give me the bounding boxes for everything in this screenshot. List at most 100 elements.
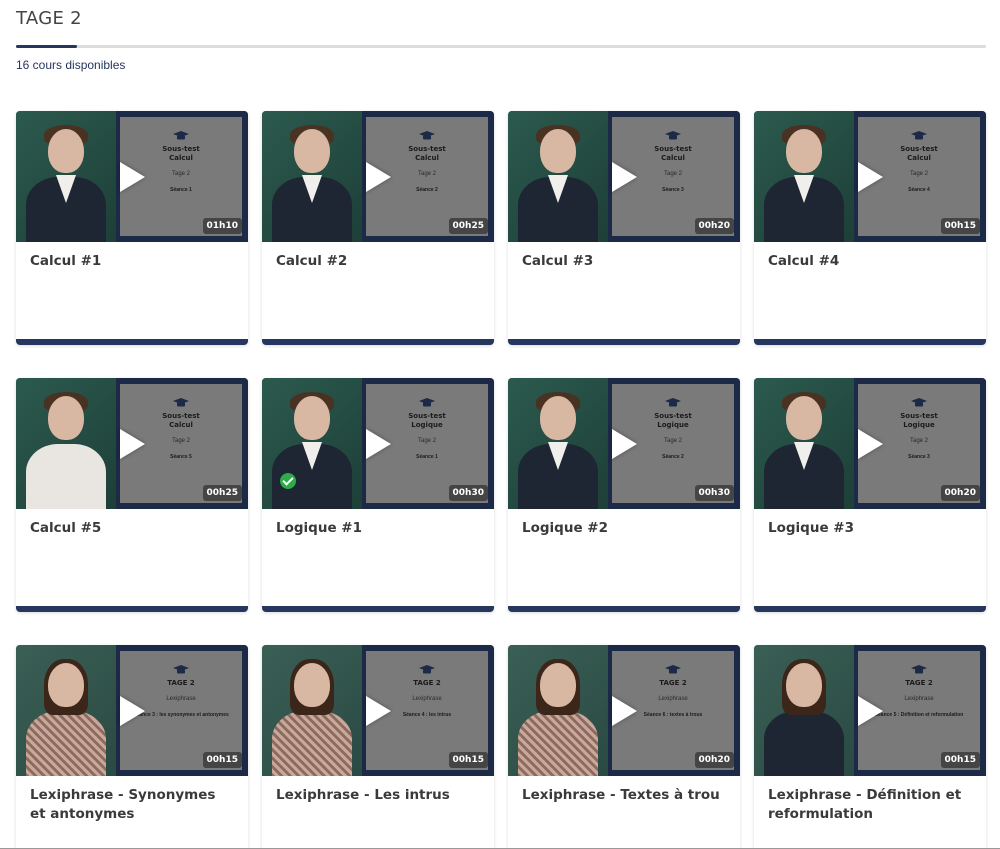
course-title[interactable]: Logique #2 bbox=[508, 509, 740, 538]
course-card[interactable]: Sous-test Logique Tage 2 Séance 1 00h30 … bbox=[262, 378, 494, 612]
presenter-body bbox=[272, 711, 352, 776]
course-card[interactable]: Sous-test Calcul Tage 2 Séance 4 00h15 C… bbox=[754, 111, 986, 345]
course-title[interactable]: Calcul #3 bbox=[508, 242, 740, 271]
course-card[interactable]: Sous-test Logique Tage 2 Séance 3 00h20 … bbox=[754, 378, 986, 612]
graduation-cap-icon bbox=[419, 665, 435, 674]
course-grid: Sous-test Calcul Tage 2 Séance 1 01h10 C… bbox=[16, 111, 986, 849]
course-title[interactable]: Logique #1 bbox=[262, 509, 494, 538]
course-card[interactable]: TAGE 2 Lexiphrase Séance 6 : textes à tr… bbox=[508, 645, 740, 849]
course-title[interactable]: Logique #3 bbox=[754, 509, 986, 538]
course-card[interactable]: TAGE 2 Lexiphrase Séance 5 : Définition … bbox=[754, 645, 986, 849]
slide-title: TAGE 2 bbox=[167, 679, 195, 687]
slide-title: TAGE 2 bbox=[413, 679, 441, 687]
presenter-head bbox=[786, 663, 822, 707]
presenter bbox=[24, 125, 108, 242]
graduation-cap-icon bbox=[173, 665, 189, 674]
card-accent-bar bbox=[16, 606, 248, 612]
graduation-cap-icon bbox=[665, 665, 681, 674]
presenter bbox=[762, 392, 846, 509]
course-title[interactable]: Calcul #5 bbox=[16, 509, 248, 538]
presenter-head bbox=[48, 396, 84, 440]
duration-badge: 00h15 bbox=[202, 752, 242, 768]
video-thumbnail[interactable]: TAGE 2 Lexiphrase Séance 4 : les intrus … bbox=[262, 645, 494, 776]
video-thumbnail[interactable]: Sous-test Calcul Tage 2 Séance 3 00h20 bbox=[508, 111, 740, 242]
course-card[interactable]: Sous-test Logique Tage 2 Séance 2 00h30 … bbox=[508, 378, 740, 612]
video-thumbnail[interactable]: Sous-test Calcul Tage 2 Séance 4 00h15 bbox=[754, 111, 986, 242]
duration-badge: 01h10 bbox=[202, 218, 242, 234]
course-card[interactable]: Sous-test Calcul Tage 2 Séance 1 01h10 C… bbox=[16, 111, 248, 345]
presenter bbox=[516, 659, 600, 776]
presenter-head bbox=[294, 396, 330, 440]
card-accent-bar bbox=[262, 339, 494, 345]
graduation-cap-icon bbox=[419, 398, 435, 407]
course-title[interactable]: Calcul #2 bbox=[262, 242, 494, 271]
course-count: 16 cours disponibles bbox=[16, 58, 126, 72]
video-thumbnail[interactable]: Sous-test Logique Tage 2 Séance 3 00h20 bbox=[754, 378, 986, 509]
video-thumbnail[interactable]: TAGE 2 Lexiphrase Séance 3 : les synonym… bbox=[16, 645, 248, 776]
video-thumbnail[interactable]: Sous-test Calcul Tage 2 Séance 1 01h10 bbox=[16, 111, 248, 242]
video-thumbnail[interactable]: TAGE 2 Lexiphrase Séance 6 : textes à tr… bbox=[508, 645, 740, 776]
progress-bar bbox=[16, 45, 986, 48]
slide-title: Sous-test Logique bbox=[408, 412, 446, 429]
presenter-head bbox=[48, 663, 84, 707]
play-icon[interactable] bbox=[366, 429, 391, 459]
play-icon[interactable] bbox=[612, 162, 637, 192]
duration-badge: 00h20 bbox=[694, 218, 734, 234]
course-card[interactable]: Sous-test Calcul Tage 2 Séance 2 00h25 C… bbox=[262, 111, 494, 345]
course-title[interactable]: Lexiphrase - Définition et reformulation bbox=[754, 776, 986, 824]
course-title[interactable]: Lexiphrase - Les intrus bbox=[262, 776, 494, 805]
page-title: TAGE 2 bbox=[16, 8, 82, 29]
duration-badge: 00h15 bbox=[940, 218, 980, 234]
graduation-cap-icon bbox=[173, 398, 189, 407]
slide-title: Sous-test Calcul bbox=[654, 145, 692, 162]
slide-title: Sous-test Calcul bbox=[408, 145, 446, 162]
course-card[interactable]: Sous-test Calcul Tage 2 Séance 5 00h25 C… bbox=[16, 378, 248, 612]
check-icon bbox=[280, 473, 296, 489]
course-card[interactable]: TAGE 2 Lexiphrase Séance 3 : les synonym… bbox=[16, 645, 248, 849]
course-title[interactable]: Calcul #1 bbox=[16, 242, 248, 271]
card-accent-bar bbox=[508, 339, 740, 345]
graduation-cap-icon bbox=[911, 398, 927, 407]
duration-badge: 00h25 bbox=[448, 218, 488, 234]
course-card[interactable]: Sous-test Calcul Tage 2 Séance 3 00h20 C… bbox=[508, 111, 740, 345]
progress-fill bbox=[16, 45, 77, 48]
video-thumbnail[interactable]: Sous-test Logique Tage 2 Séance 1 00h30 bbox=[262, 378, 494, 509]
card-accent-bar bbox=[754, 339, 986, 345]
duration-badge: 00h25 bbox=[202, 485, 242, 501]
presenter-body bbox=[26, 711, 106, 776]
graduation-cap-icon bbox=[911, 665, 927, 674]
graduation-cap-icon bbox=[665, 131, 681, 140]
course-title[interactable]: Lexiphrase - Textes à trou bbox=[508, 776, 740, 805]
course-title[interactable]: Lexiphrase - Synonymes et antonymes bbox=[16, 776, 248, 824]
presenter-head bbox=[540, 663, 576, 707]
presenter-head bbox=[786, 396, 822, 440]
video-thumbnail[interactable]: Sous-test Logique Tage 2 Séance 2 00h30 bbox=[508, 378, 740, 509]
video-thumbnail[interactable]: Sous-test Calcul Tage 2 Séance 5 00h25 bbox=[16, 378, 248, 509]
presenter-head bbox=[540, 129, 576, 173]
video-thumbnail[interactable]: Sous-test Calcul Tage 2 Séance 2 00h25 bbox=[262, 111, 494, 242]
play-icon[interactable] bbox=[120, 162, 145, 192]
presenter bbox=[24, 392, 108, 509]
play-icon[interactable] bbox=[366, 162, 391, 192]
play-icon[interactable] bbox=[858, 696, 883, 726]
slide-title: Sous-test Calcul bbox=[162, 412, 200, 429]
course-title[interactable]: Calcul #4 bbox=[754, 242, 986, 271]
video-thumbnail[interactable]: TAGE 2 Lexiphrase Séance 5 : Définition … bbox=[754, 645, 986, 776]
play-icon[interactable] bbox=[366, 696, 391, 726]
play-icon[interactable] bbox=[858, 162, 883, 192]
graduation-cap-icon bbox=[419, 131, 435, 140]
play-icon[interactable] bbox=[858, 429, 883, 459]
play-icon[interactable] bbox=[120, 696, 145, 726]
play-icon[interactable] bbox=[612, 696, 637, 726]
duration-badge: 00h15 bbox=[940, 752, 980, 768]
presenter bbox=[516, 125, 600, 242]
course-card[interactable]: TAGE 2 Lexiphrase Séance 4 : les intrus … bbox=[262, 645, 494, 849]
play-icon[interactable] bbox=[120, 429, 145, 459]
duration-badge: 00h30 bbox=[448, 485, 488, 501]
presenter-body bbox=[518, 711, 598, 776]
presenter bbox=[762, 125, 846, 242]
duration-badge: 00h20 bbox=[940, 485, 980, 501]
graduation-cap-icon bbox=[665, 398, 681, 407]
presenter bbox=[270, 392, 354, 509]
play-icon[interactable] bbox=[612, 429, 637, 459]
